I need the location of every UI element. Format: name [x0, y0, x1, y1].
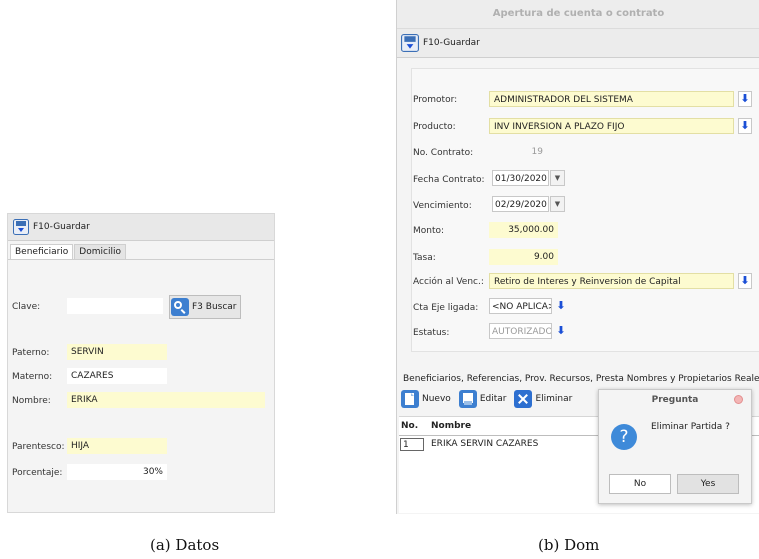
save-icon — [401, 34, 419, 52]
accion-label: Acción al Venc.: — [413, 277, 484, 287]
arrow-down-icon: ⬇ — [556, 299, 566, 312]
datos-panel: F10-Guardar Beneficiario Domicilio Clave… — [7, 213, 275, 513]
triangle-down-icon: ▼ — [554, 200, 561, 208]
edit-icon — [458, 390, 477, 408]
estatus-label: Estatus: — [413, 328, 450, 338]
estatus-field: AUTORIZADO — [489, 323, 552, 339]
delete-icon — [514, 390, 533, 408]
grid-toolbar: Nuevo Editar Eliminar — [401, 390, 572, 408]
tab-beneficiario[interactable]: Beneficiario — [10, 244, 74, 259]
clave-label: Clave: — [12, 302, 41, 312]
paterno-field[interactable]: SERVIN — [67, 344, 167, 360]
delete-button-label: Eliminar — [535, 394, 573, 404]
arrow-down-icon: ⬇ — [740, 92, 750, 105]
no-button[interactable]: No — [609, 474, 671, 494]
arrow-down-icon: ⬇ — [556, 324, 566, 337]
new-button-label: Nuevo — [422, 394, 451, 404]
delete-button[interactable]: Eliminar — [514, 390, 572, 408]
producto-label: Producto: — [413, 122, 456, 132]
new-button[interactable]: Nuevo — [401, 390, 451, 408]
grid-cell-no[interactable]: 1 — [400, 438, 424, 451]
vencimiento-dropdown-button[interactable]: ▼ — [550, 196, 565, 212]
save-button-label: F10-Guardar — [423, 38, 480, 48]
search-button[interactable]: F3 Buscar — [169, 295, 241, 319]
datos-toolbar: F10-Guardar — [8, 214, 274, 241]
arrow-down-icon: ⬇ — [740, 119, 750, 132]
cta-eje-label: Cta Eje ligada: — [413, 303, 479, 313]
clave-field[interactable] — [67, 298, 163, 314]
new-document-icon — [401, 390, 419, 408]
save-icon — [13, 219, 29, 235]
tasa-field[interactable]: 9.00 — [489, 249, 558, 265]
promotor-field[interactable]: ADMINISTRADOR DEL SISTEMA — [489, 91, 734, 107]
vencimiento-field[interactable]: 02/29/2020 — [492, 196, 549, 212]
save-button[interactable]: F10-Guardar — [401, 34, 480, 52]
promotor-dropdown-button[interactable]: ⬇ — [738, 91, 752, 107]
question-icon: ? — [611, 424, 637, 450]
accion-field[interactable]: Retiro de Interes y Reinversion de Capit… — [489, 273, 734, 289]
parentesco-label: Parentesco: — [12, 442, 65, 452]
search-icon — [171, 298, 189, 316]
table-row[interactable]: 1 ERIKA SERVIN CAZARES — [399, 437, 599, 453]
close-icon[interactable] — [734, 395, 743, 404]
edit-button-label: Editar — [479, 394, 507, 404]
no-contrato-field: 19 — [531, 147, 543, 157]
monto-field[interactable]: 35,000.00 — [489, 222, 558, 238]
grid-header-nombre: Nombre — [431, 421, 472, 431]
promotor-label: Promotor: — [413, 95, 458, 105]
producto-field[interactable]: INV INVERSION A PLAZO FIJO — [489, 118, 734, 134]
vencimiento-label: Vencimiento: — [413, 201, 472, 211]
caption-datos: (a) Datos — [150, 536, 220, 554]
porcentaje-label: Porcentaje: — [12, 468, 63, 478]
producto-dropdown-button[interactable]: ⬇ — [738, 118, 752, 134]
section-title: Beneficiarios, Referencias, Prov. Recurs… — [403, 374, 759, 384]
save-button-label: F10-Guardar — [33, 222, 90, 232]
tab-domicilio[interactable]: Domicilio — [74, 244, 126, 259]
paterno-label: Paterno: — [12, 348, 50, 358]
confirm-dialog: Pregunta ? Eliminar Partida ? No Yes — [598, 389, 752, 504]
grid-header-no: No. — [401, 421, 419, 431]
save-button[interactable]: F10-Guardar — [13, 219, 90, 235]
fecha-contrato-label: Fecha Contrato: — [413, 175, 485, 185]
caption-dom: (b) Dom — [538, 536, 600, 554]
fecha-contrato-dropdown-button[interactable]: ▼ — [550, 170, 565, 186]
parentesco-field[interactable]: HIJA — [67, 438, 167, 454]
fecha-contrato-field[interactable]: 01/30/2020 — [492, 170, 549, 186]
accion-dropdown-button[interactable]: ⬇ — [738, 273, 752, 289]
materno-label: Materno: — [12, 372, 53, 382]
nombre-field[interactable]: ERIKA — [67, 392, 265, 408]
window-title: Apertura de cuenta o contrato — [397, 0, 759, 28]
grid-cell-nombre[interactable]: ERIKA SERVIN CAZARES — [431, 439, 538, 449]
porcentaje-field[interactable]: 30% — [67, 464, 167, 480]
monto-label: Monto: — [413, 226, 445, 236]
edit-button[interactable]: Editar — [458, 390, 507, 408]
cta-eje-field[interactable]: <NO APLICA> — [489, 298, 552, 314]
estatus-dropdown-button[interactable]: ⬇ — [554, 323, 568, 339]
no-contrato-label: No. Contrato: — [413, 148, 474, 158]
yes-button[interactable]: Yes — [677, 474, 739, 494]
materno-field[interactable]: CAZARES — [67, 368, 167, 384]
datos-tabs: Beneficiario Domicilio — [8, 241, 274, 260]
dialog-title: Pregunta — [651, 395, 699, 405]
triangle-down-icon: ▼ — [554, 174, 561, 182]
search-button-label: F3 Buscar — [192, 302, 237, 312]
dialog-message: Eliminar Partida ? — [651, 422, 730, 432]
dom-toolbar: F10-Guardar — [397, 28, 759, 58]
arrow-down-icon: ⬇ — [740, 274, 750, 287]
nombre-label: Nombre: — [12, 396, 51, 406]
tasa-label: Tasa: — [413, 253, 436, 263]
cta-eje-dropdown-button[interactable]: ⬇ — [554, 298, 568, 314]
